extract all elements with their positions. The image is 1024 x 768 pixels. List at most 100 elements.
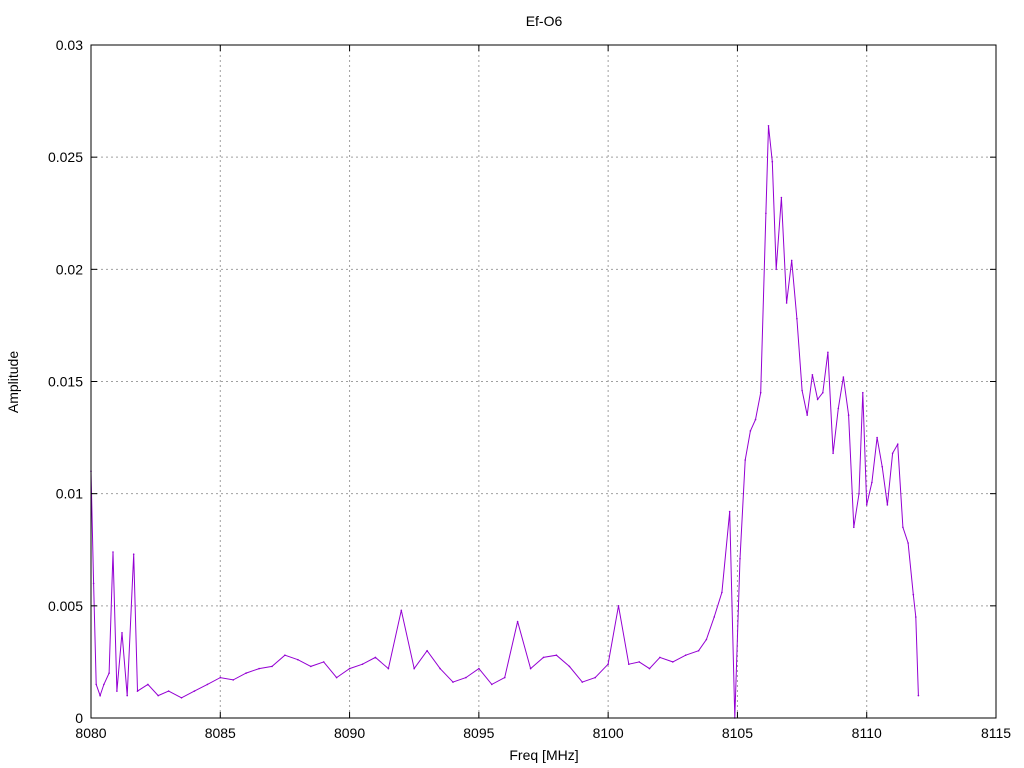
data-point — [659, 656, 661, 659]
data-point — [258, 667, 260, 670]
data-point — [739, 557, 741, 560]
data-point — [744, 459, 746, 461]
x-axis-label: Freq [MHz] — [509, 747, 578, 763]
data-point — [439, 667, 441, 670]
series-line — [90, 125, 919, 719]
data-point — [335, 676, 338, 679]
data-point — [465, 676, 467, 679]
data-point — [387, 667, 390, 670]
x-tick-label: 8095 — [463, 725, 494, 741]
data-point — [816, 398, 819, 401]
data-point — [697, 649, 700, 652]
data-point — [853, 526, 855, 529]
data-point — [832, 452, 834, 455]
data-point — [648, 667, 651, 670]
y-tick-label: 0.03 — [56, 37, 83, 53]
data-point — [765, 212, 767, 215]
data-point — [245, 672, 247, 674]
data-point — [157, 694, 159, 697]
data-point — [796, 317, 798, 320]
data-point — [638, 661, 640, 663]
data-point — [896, 443, 899, 446]
y-tick-label: 0 — [75, 710, 83, 726]
data-point — [413, 667, 416, 670]
y-tick-label: 0.01 — [56, 486, 83, 502]
data-point — [529, 667, 532, 670]
data-point — [542, 656, 545, 659]
data-point — [136, 690, 139, 692]
data-point — [822, 391, 824, 394]
data-point — [907, 542, 909, 544]
data-point — [806, 414, 808, 416]
data-point — [917, 694, 920, 697]
data-point — [121, 632, 123, 634]
data-point — [400, 609, 403, 612]
data-point — [116, 690, 118, 692]
series-layer — [90, 125, 920, 719]
data-point — [147, 683, 149, 686]
data-point — [865, 504, 868, 506]
data-point — [568, 665, 571, 668]
data-point — [780, 196, 783, 199]
data-point — [801, 389, 803, 392]
data-point — [876, 436, 878, 439]
data-point — [767, 125, 770, 127]
data-point — [180, 697, 183, 699]
x-tick-label: 8090 — [334, 725, 365, 741]
data-point — [759, 391, 762, 394]
data-point — [902, 526, 904, 529]
data-point — [912, 593, 915, 596]
data-point — [206, 683, 209, 686]
data-point — [284, 654, 286, 656]
data-point — [503, 676, 506, 679]
data-point — [108, 672, 110, 674]
x-tick-label: 8100 — [593, 725, 624, 741]
data-point — [886, 504, 889, 506]
data-point — [112, 551, 114, 553]
x-tick-label: 8110 — [852, 725, 882, 741]
data-point — [881, 465, 883, 468]
data-point — [790, 259, 793, 262]
data-point — [705, 638, 708, 641]
data-point — [103, 683, 105, 686]
data-point — [607, 663, 609, 665]
data-point — [310, 665, 312, 668]
data-point — [728, 510, 731, 513]
data-point — [426, 649, 428, 652]
data-point — [847, 414, 850, 416]
data-point — [891, 452, 894, 455]
data-point — [219, 676, 222, 679]
data-point — [754, 418, 757, 421]
y-tick-label: 0.025 — [48, 149, 83, 165]
data-point — [713, 616, 715, 618]
y-tick-label: 0.015 — [48, 374, 83, 390]
grid-lines — [91, 45, 996, 718]
data-point — [581, 681, 584, 683]
data-point — [348, 667, 351, 670]
data-point — [837, 407, 840, 410]
chart-title: Ef-O6 — [526, 13, 563, 29]
x-tick-label: 8115 — [981, 725, 1011, 741]
data-point — [628, 663, 630, 665]
data-point — [361, 663, 364, 665]
data-point — [95, 683, 97, 686]
data-point — [672, 661, 674, 663]
data-point — [491, 683, 493, 686]
data-point — [193, 690, 196, 692]
data-point — [871, 481, 873, 484]
data-point — [775, 268, 777, 271]
data-point — [374, 656, 377, 659]
data-point — [915, 616, 917, 618]
x-tick-label: 8105 — [722, 725, 753, 741]
data-point — [684, 654, 687, 656]
data-point — [126, 694, 128, 697]
data-point — [452, 681, 454, 683]
data-point — [555, 654, 558, 656]
data-point — [132, 553, 135, 555]
data-point — [594, 676, 596, 679]
data-point — [297, 658, 299, 661]
y-tick-label: 0.02 — [56, 261, 83, 277]
data-point — [92, 582, 95, 585]
chart: 8080 8085 8090 8095 8100 8105 8110 8115 0 0.005 0.… — [5, 13, 1011, 763]
data-point — [771, 160, 774, 163]
